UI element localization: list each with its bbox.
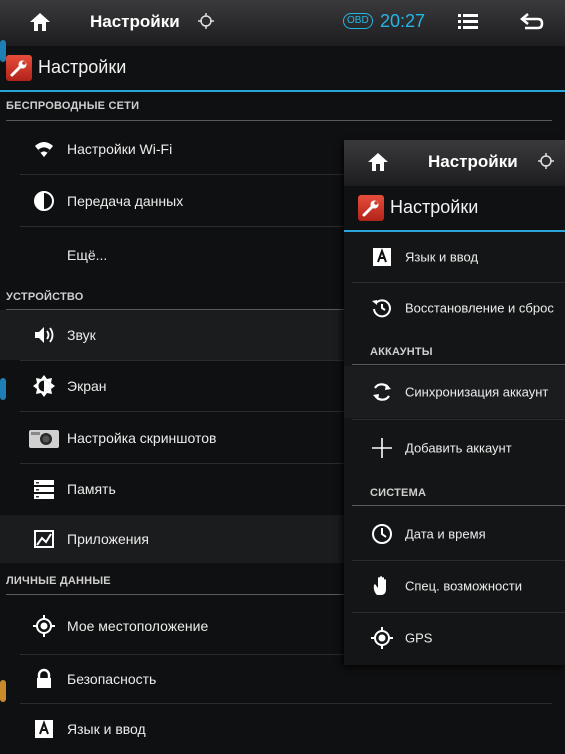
settings-item-label: Ещё... xyxy=(67,247,108,263)
settings-app-icon xyxy=(358,195,384,221)
status-bar-title: Настройки xyxy=(428,152,518,171)
action-bar-title: Настройки xyxy=(38,57,127,77)
settings-app-icon xyxy=(6,55,32,81)
settings-item-label: Звук xyxy=(67,327,96,343)
storage-icon xyxy=(32,477,56,501)
section-header-wireless: БЕСПРОВОДНЫЕ СЕТИ xyxy=(6,100,140,112)
settings-item-sync[interactable]: Синхронизация аккаунт xyxy=(344,366,565,418)
settings-item-label: Дата и время xyxy=(405,526,486,542)
restore-icon xyxy=(370,296,394,320)
action-bar-title: Настройки xyxy=(390,197,479,217)
brightness-icon xyxy=(32,374,56,398)
section-header-system: СИСТЕМА xyxy=(370,487,427,499)
divider xyxy=(352,505,565,506)
settings-item-label: Безопасность xyxy=(67,671,157,687)
settings-item-backup-reset[interactable]: Восстановление и сброс xyxy=(344,283,565,333)
settings-item-more[interactable]: Ещё... xyxy=(0,227,344,283)
data-usage-icon xyxy=(32,189,56,213)
location-icon xyxy=(32,614,56,638)
settings-item-wifi[interactable]: Настройки Wi-Fi xyxy=(0,124,344,174)
apps-icon xyxy=(32,527,56,551)
home-icon[interactable] xyxy=(366,150,390,174)
settings-item-label: Настройка скриншотов xyxy=(67,429,217,446)
settings-item-label: Язык и ввод xyxy=(405,249,479,265)
sync-icon xyxy=(370,380,394,404)
home-icon[interactable] xyxy=(28,10,52,34)
menu-icon[interactable] xyxy=(458,12,478,32)
keyboard-language-icon xyxy=(370,245,394,269)
settings-item-screenshots[interactable]: Настройка скриншотов xyxy=(0,412,344,463)
obd-indicator: OBD xyxy=(343,13,373,29)
overlay-settings-window: Настройки Настройки Язык и ввод Восстано… xyxy=(344,140,565,665)
hand-icon xyxy=(370,574,394,598)
settings-item-label: Приложения xyxy=(67,531,149,547)
section-header-personal: ЛИЧНЫЕ ДАННЫЕ xyxy=(6,575,111,587)
keyboard-language-icon xyxy=(32,717,56,741)
clock: 20:27 xyxy=(380,11,426,31)
settings-item-label: Добавить аккаунт xyxy=(405,440,512,456)
settings-item-label: Спец. возможности xyxy=(405,578,522,594)
settings-item-label: Восстановление и сброс xyxy=(405,300,554,316)
settings-item-accessibility[interactable]: Спец. возможности xyxy=(344,561,565,611)
settings-item-label: Настройки Wi-Fi xyxy=(67,141,173,157)
action-bar: Настройки xyxy=(0,46,565,92)
section-header-device: УСТРОЙСТВО xyxy=(6,291,84,303)
settings-item-label: Передача данных xyxy=(67,192,184,209)
settings-item-storage[interactable]: Память xyxy=(0,464,344,514)
status-bar: Настройки OBD 20:27 xyxy=(0,0,565,47)
edge-glow xyxy=(0,680,6,702)
gps-icon xyxy=(370,626,394,650)
back-icon[interactable] xyxy=(520,12,544,32)
settings-item-label: Память xyxy=(67,481,116,497)
settings-item-language[interactable]: Язык и ввод xyxy=(0,704,565,754)
status-bar-title: Настройки xyxy=(90,12,180,31)
edge-glow xyxy=(0,40,6,62)
settings-item-gps[interactable]: GPS xyxy=(344,613,565,663)
settings-item-label: Язык и ввод xyxy=(67,721,146,737)
edge-glow xyxy=(0,378,6,400)
section-header-accounts: АККАУНТЫ xyxy=(370,346,433,358)
add-account-button[interactable]: Добавить аккаунт xyxy=(344,420,565,476)
settings-item-date-time[interactable]: Дата и время xyxy=(344,509,565,559)
divider xyxy=(352,364,565,365)
camera-icon xyxy=(28,426,60,450)
wifi-icon xyxy=(32,137,56,161)
settings-item-label: GPS xyxy=(405,630,433,646)
settings-item-sound[interactable]: Звук xyxy=(0,310,344,360)
settings-item-label: Мое местоположение xyxy=(67,618,209,634)
speaker-icon xyxy=(32,323,56,347)
settings-item-apps[interactable]: Приложения xyxy=(0,515,344,563)
gps-status-icon xyxy=(538,153,554,169)
lock-icon xyxy=(32,667,56,691)
plus-icon xyxy=(370,436,394,460)
overlay-action-bar: Настройки xyxy=(344,186,565,232)
settings-item-data-usage[interactable]: Передача данных xyxy=(0,175,344,226)
gps-status-icon xyxy=(198,13,214,29)
clock-icon xyxy=(370,522,394,546)
overlay-status-bar: Настройки xyxy=(344,140,565,187)
divider xyxy=(6,120,552,121)
settings-item-language[interactable]: Язык и ввод xyxy=(344,232,565,282)
settings-item-display[interactable]: Экран xyxy=(0,361,344,411)
settings-item-label: Синхронизация аккаунт xyxy=(405,384,549,400)
settings-item-label: Экран xyxy=(67,378,107,394)
